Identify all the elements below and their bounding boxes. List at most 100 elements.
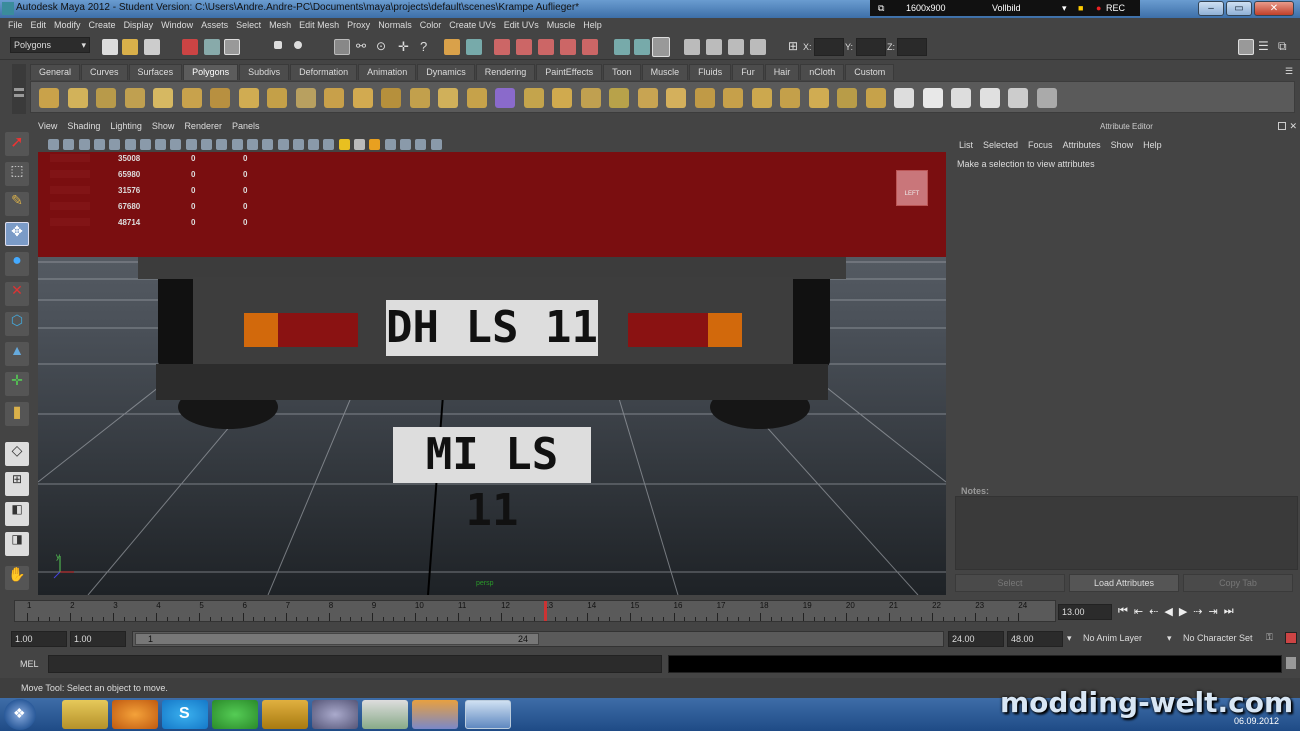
menu-mesh[interactable]: Mesh [267, 18, 297, 34]
toggle-attribute-editor-icon[interactable] [1238, 39, 1254, 55]
snap-curve-icon[interactable] [294, 41, 302, 49]
resolution-label[interactable]: 1600x900 [906, 3, 946, 13]
shelf-tab-ncloth[interactable]: nCloth [800, 64, 845, 80]
panel-toolbar-icon[interactable] [262, 139, 274, 150]
playback-start-field[interactable]: 1.00 [70, 631, 126, 647]
step-forward-key-icon[interactable]: ⇥ [1209, 605, 1218, 621]
channel-box-toggle-icon[interactable]: ⧉ [1278, 39, 1294, 55]
panel-menu-view[interactable]: View [38, 121, 57, 131]
menu-edit-uvs[interactable]: Edit UVs [502, 18, 545, 34]
shelf-tool-icon[interactable] [238, 88, 259, 108]
notes-field[interactable] [955, 496, 1298, 570]
persp-graph-layout-icon[interactable]: ◨ [5, 532, 29, 556]
panel-toolbar-icon[interactable] [308, 139, 320, 150]
shelf-tool-icon[interactable] [352, 88, 373, 108]
firefox-taskbar-icon[interactable] [112, 700, 158, 729]
shelf-tool-icon[interactable] [951, 88, 971, 108]
attr-menu-show[interactable]: Show [1111, 140, 1134, 150]
shelf-tool-icon[interactable] [808, 88, 829, 108]
open-scene-icon[interactable] [122, 39, 138, 55]
panel-toolbar-icon[interactable] [292, 139, 304, 150]
shelf-tool-icon[interactable] [153, 88, 173, 108]
paint-select-icon[interactable]: ✎ [5, 192, 29, 216]
panel-toolbar-icon[interactable] [78, 139, 90, 150]
new-scene-icon[interactable] [102, 39, 118, 55]
save-scene-icon[interactable] [144, 39, 160, 55]
select-tool-icon[interactable]: ➚ [5, 132, 29, 156]
shelf-tab-hair[interactable]: Hair [764, 64, 800, 80]
menu-color[interactable]: Color [418, 18, 448, 34]
go-to-end-icon[interactable]: ⏭ [1224, 605, 1234, 621]
history-icon[interactable]: ✛ [398, 39, 414, 55]
universal-manip-icon[interactable]: ⬡ [5, 312, 29, 336]
range-slider[interactable]: 1 24 [132, 631, 944, 647]
shelf-tab-general[interactable]: General [30, 64, 81, 80]
make-live-icon[interactable]: ⊙ [376, 39, 392, 55]
shelf-tool-icon[interactable] [609, 88, 629, 108]
shelf-tool-icon[interactable] [922, 88, 943, 108]
close-icon[interactable]: ✕ [1289, 121, 1297, 132]
step-back-frame-icon[interactable]: ⇠ [1149, 605, 1158, 621]
menu-select[interactable]: Select [234, 18, 267, 34]
shelf-tool-icon[interactable] [181, 88, 202, 108]
icq-taskbar-icon[interactable] [212, 700, 258, 729]
render-current-icon[interactable] [494, 39, 510, 55]
shelf-tool-icon[interactable] [324, 88, 344, 108]
shelf-tab-muscle[interactable]: Muscle [641, 64, 689, 80]
shelf-menu-icon[interactable]: ☰ [1285, 66, 1295, 76]
panel-toolbar-icon[interactable] [277, 139, 289, 150]
menu-proxy[interactable]: Proxy [345, 18, 376, 34]
shelf-tool-icon[interactable] [552, 88, 572, 108]
shelf-tab-deformation[interactable]: Deformation [290, 64, 358, 80]
menu-edit[interactable]: Edit [29, 18, 53, 34]
key-icon[interactable]: ⚿ [1266, 632, 1273, 643]
single-perspective-layout-icon[interactable]: ◇ [5, 442, 29, 466]
chevron-down-icon[interactable]: ▾ [1062, 3, 1067, 14]
character-set-dropdown[interactable]: No Character Set [1183, 633, 1253, 643]
skype-taskbar-icon[interactable]: S [162, 700, 208, 729]
attr-menu-list[interactable]: List [959, 140, 973, 150]
shelf-tool-icon[interactable] [666, 88, 686, 108]
attribute-editor-toggle-icon[interactable] [750, 39, 766, 55]
last-tool-icon[interactable]: ▮ [5, 402, 29, 426]
playback-end-field[interactable]: 24.00 [948, 631, 1004, 647]
mel-label[interactable]: MEL [20, 659, 39, 669]
snap-grid-icon[interactable] [274, 41, 282, 49]
panel-toolbar-icon[interactable] [231, 139, 243, 150]
shelf-tab-dynamics[interactable]: Dynamics [417, 64, 475, 80]
tool-settings-icon[interactable] [706, 39, 722, 55]
persp-outliner-layout-icon[interactable]: ◧ [5, 502, 29, 526]
show-ui-icon[interactable] [684, 39, 700, 55]
lock-icon[interactable] [444, 39, 460, 55]
panel-toolbar-icon[interactable] [384, 139, 396, 150]
maximize-button[interactable]: ▭ [1226, 1, 1252, 16]
animation-start-field[interactable]: 1.00 [11, 631, 67, 647]
shelf-tool-icon[interactable] [979, 88, 1000, 108]
shelf-tab-subdivs[interactable]: Subdivs [239, 64, 290, 80]
shelf-tool-icon[interactable] [295, 88, 316, 108]
panel-toolbar-icon[interactable] [170, 139, 182, 150]
float-panel-icon[interactable] [1278, 122, 1286, 130]
step-back-key-icon[interactable]: ⇤ [1134, 605, 1143, 621]
notepad-taskbar-icon[interactable] [362, 700, 408, 729]
start-button[interactable]: ❖ [4, 699, 36, 730]
menuset-dropdown[interactable]: Polygons ▾ [10, 37, 90, 53]
snap-point-icon[interactable] [334, 39, 350, 55]
panel-toolbar-icon[interactable] [93, 139, 105, 150]
script-editor-icon[interactable] [1286, 657, 1296, 669]
go-to-start-icon[interactable]: ⏮ [1118, 605, 1128, 621]
scale-tool-icon[interactable]: ✕ [5, 282, 29, 306]
shelf-tool-icon[interactable] [96, 88, 116, 108]
panel-toolbar-icon[interactable] [48, 139, 59, 150]
shelf-tab-toon[interactable]: Toon [603, 64, 641, 80]
shelf-tool-icon[interactable] [466, 88, 487, 108]
transform-absolute-icon[interactable]: ⊞ [788, 39, 804, 55]
copy-tab-button[interactable]: Copy Tab [1183, 574, 1293, 592]
lasso-tool-icon[interactable]: ⬚ [5, 162, 29, 186]
tool-taskbar-icon[interactable] [262, 700, 308, 729]
layer-editor-icon[interactable] [728, 39, 744, 55]
shelf-tool-icon[interactable] [637, 88, 658, 108]
menu-display[interactable]: Display [122, 18, 160, 34]
menu-modify[interactable]: Modify [52, 18, 87, 34]
panel-toolbar-icon[interactable] [430, 139, 442, 150]
